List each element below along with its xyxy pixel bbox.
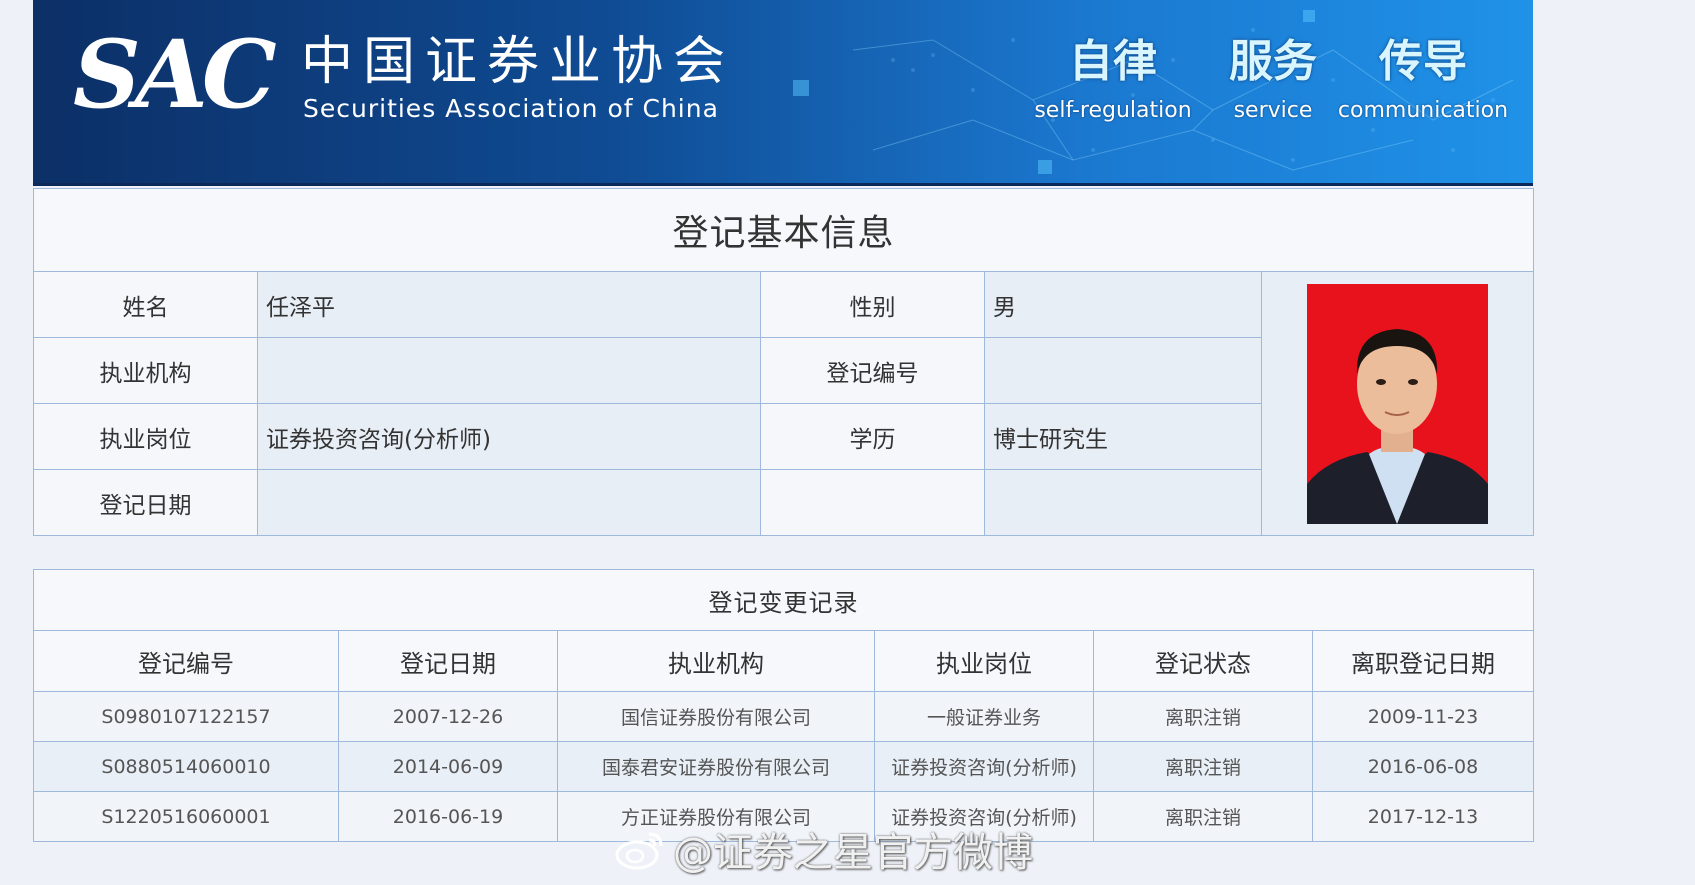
slogan-self-regulation: 自律 self-regulation (1034, 36, 1192, 124)
col-header-reg-date: 登记日期 (338, 630, 558, 692)
col-header-reg-number: 登记编号 (33, 630, 339, 692)
watermark-text: @证券之星官方微博 (673, 830, 1033, 876)
records-title: 登记变更记录 (33, 569, 1534, 631)
table-row: 姓名 任泽平 性别 男 (33, 271, 1535, 536)
table-row: S0980107122157 2007-12-26 国信证券股份有限公司 一般证… (33, 691, 1534, 742)
cell-leave-date: 2017-12-13 (1312, 791, 1534, 842)
value-gender: 男 (984, 271, 1262, 338)
value-reg-date (257, 469, 761, 536)
col-header-institution: 执业机构 (557, 630, 875, 692)
slogan-communication: 传导 communication (1337, 36, 1509, 124)
col-header-leave-date: 离职登记日期 (1312, 630, 1534, 692)
label-reg-number: 登记编号 (760, 337, 985, 404)
page-content: SAC 中国证券业协会 Securities Association of Ch… (32, 0, 1535, 842)
table-row: S0880514060010 2014-06-09 国泰君安证券股份有限公司 证… (33, 741, 1534, 792)
banner-divider (33, 183, 1533, 186)
cell-status: 离职注销 (1093, 691, 1313, 742)
label-institution: 执业机构 (33, 337, 258, 404)
cell-institution: 国信证券股份有限公司 (557, 691, 875, 742)
sac-logo: SAC (73, 20, 277, 130)
label-education: 学历 (760, 403, 985, 470)
value-position: 证券投资咨询(分析师) (257, 403, 761, 470)
header-row: 登记编号 登记日期 执业机构 执业岗位 登记状态 离职登记日期 (33, 630, 1534, 692)
value-reg-number (984, 337, 1262, 404)
value-name: 任泽平 (257, 271, 761, 338)
weibo-watermark: @证券之星官方微博 (615, 820, 1033, 878)
label-gender: 性别 (760, 271, 985, 338)
cell-reg-date: 2014-06-09 (338, 741, 558, 792)
cell-reg-number: S0980107122157 (33, 691, 339, 742)
cell-position: 一般证券业务 (874, 691, 1094, 742)
cell-institution: 国泰君安证券股份有限公司 (557, 741, 875, 792)
cell-position: 证券投资咨询(分析师) (874, 741, 1094, 792)
col-header-position: 执业岗位 (874, 630, 1094, 692)
org-name-cn: 中国证券业协会 (301, 32, 736, 92)
basic-info-title: 登记基本信息 (32, 188, 1535, 272)
cell-status: 离职注销 (1093, 741, 1313, 792)
value-empty (984, 469, 1262, 536)
cell-leave-date: 2016-06-08 (1312, 741, 1534, 792)
cell-reg-date: 2007-12-26 (338, 691, 558, 742)
slogan-service: 服务 service (1229, 36, 1317, 124)
change-records-table: 登记变更记录 登记编号 登记日期 执业机构 执业岗位 登记状态 离职登记日期 S… (33, 569, 1534, 842)
photo-cell (1260, 271, 1535, 536)
label-position: 执业岗位 (33, 403, 258, 470)
label-reg-date: 登记日期 (33, 469, 258, 536)
label-name: 姓名 (33, 271, 258, 338)
header-banner: SAC 中国证券业协会 Securities Association of Ch… (33, 0, 1533, 186)
profile-photo (1307, 283, 1488, 524)
weibo-icon (615, 832, 663, 870)
value-institution (257, 337, 761, 404)
basic-info-table: 登记基本信息 姓名 任泽平 性别 男 执业机构 登记编号 执业岗位 证券投资咨询… (32, 188, 1535, 536)
value-education: 博士研究生 (984, 403, 1262, 470)
cell-reg-number: S1220516060001 (33, 791, 339, 842)
cell-reg-number: S0880514060010 (33, 741, 339, 792)
col-header-status: 登记状态 (1093, 630, 1313, 692)
cell-reg-date: 2016-06-19 (338, 791, 558, 842)
cell-status: 离职注销 (1093, 791, 1313, 842)
label-empty (760, 469, 985, 536)
org-name-en: Securities Association of China (303, 94, 719, 123)
cell-leave-date: 2009-11-23 (1312, 691, 1534, 742)
